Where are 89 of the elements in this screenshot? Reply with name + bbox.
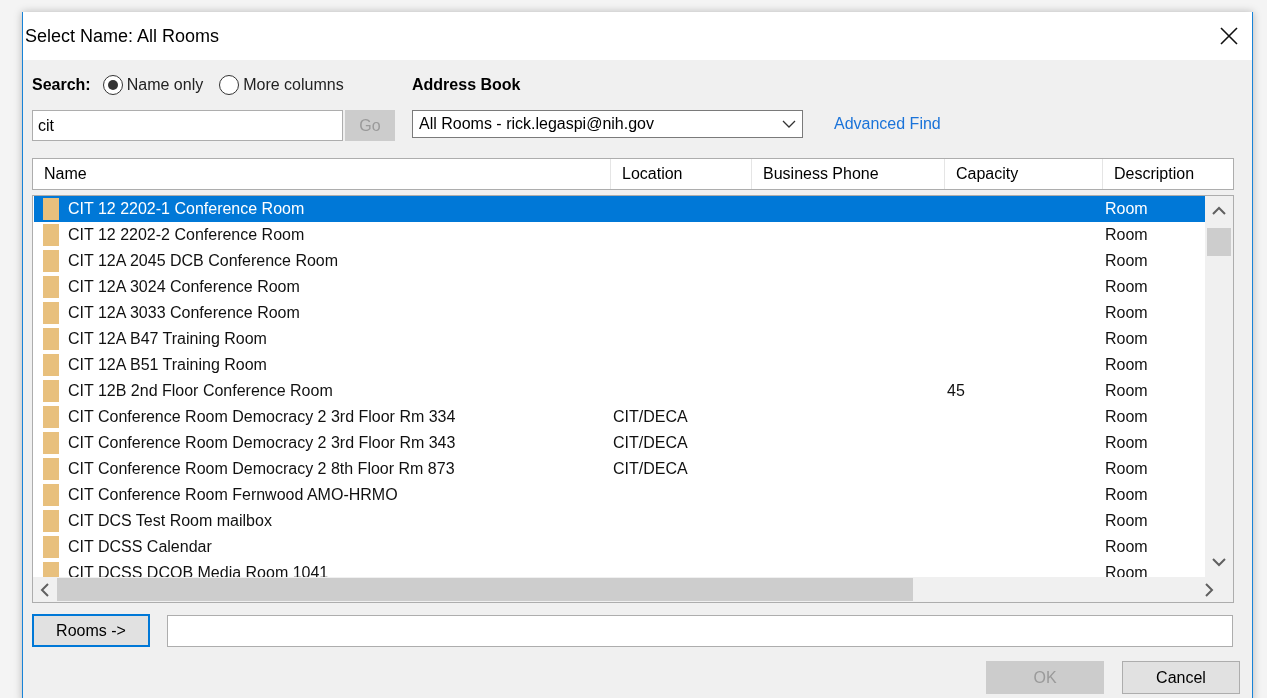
horizontal-scrollbar[interactable]: [33, 577, 1233, 602]
chevron-down-icon[interactable]: [1212, 558, 1226, 567]
room-icon: [42, 484, 59, 506]
scroll-thumb[interactable]: [57, 578, 913, 601]
table-cell: CIT 12 2202-1 Conference Room: [68, 200, 305, 217]
room-icon: [42, 198, 59, 220]
list-row[interactable]: CIT Conference Room Democracy 2 3rd Floor Rm 343 CIT/DECA Room: [34, 430, 1205, 456]
room-icon: [42, 562, 59, 577]
table-cell: CIT 12A 2045 DCB Conference Room: [68, 252, 339, 269]
rooms-button[interactable]: Rooms ->: [32, 614, 150, 647]
table-cell: CIT 12B 2nd Floor Conference Room: [68, 382, 333, 399]
table-cell: CIT Conference Room Fernwood AMO-HRMO: [68, 486, 398, 503]
search-field[interactable]: cit: [32, 110, 343, 141]
room-icon: [42, 276, 59, 298]
radio-button[interactable]: [219, 75, 240, 95]
table-cell: CIT Conference Room Democracy 2 3rd Floor Rm 343: [68, 434, 456, 451]
list-row[interactable]: CIT 12A 2045 DCB Conference Room Room: [34, 248, 1205, 274]
window-title: Select Name: All Rooms: [25, 24, 220, 48]
rooms-field[interactable]: [167, 614, 1233, 647]
address-book-dropdown[interactable]: All Rooms - rick.legaspi@nih.gov: [412, 110, 803, 138]
list-row[interactable]: CIT Conference Room Democracy 2 3rd Floor Rm 334 CIT/DECA Room: [34, 404, 1205, 430]
list-row[interactable]: CIT 12B 2nd Floor Conference Room 45 Room: [34, 378, 1205, 404]
list-row[interactable]: CIT 12A 3024 Conference Room Room: [34, 274, 1205, 300]
list-row[interactable]: CIT Conference Room Democracy 2 8th Floor Rm 873 CIT/DECA Room: [34, 456, 1205, 482]
room-icon: [42, 536, 59, 558]
advanced-find-link[interactable]: Advanced Find: [834, 112, 941, 136]
chevron-down-icon: [782, 120, 796, 128]
room-icon: [42, 354, 59, 376]
room-icon: [42, 302, 59, 324]
radio-label[interactable]: More columns: [243, 73, 344, 97]
scroll-thumb[interactable]: [1207, 228, 1231, 256]
table-cell: Room: [1105, 278, 1148, 295]
room-icon: [42, 406, 59, 428]
table-cell: Room: [1105, 226, 1148, 243]
list-row[interactable]: CIT Conference Room Fernwood AMO-HRMO Room: [34, 482, 1205, 508]
table-cell: CIT/DECA: [613, 408, 688, 425]
column-header[interactable]: Capacity: [945, 159, 1103, 189]
table-cell: CIT/DECA: [613, 460, 688, 477]
vertical-scrollbar[interactable]: [1205, 196, 1233, 577]
address-book-label: Address Book: [412, 75, 522, 95]
chevron-right-icon[interactable]: [1205, 582, 1214, 597]
radio-button[interactable]: [102, 75, 123, 95]
table-cell: CIT Conference Room Democracy 2 8th Floor Rm 873: [68, 460, 455, 477]
chevron-left-icon[interactable]: [40, 582, 49, 597]
table-cell: CIT 12A 3033 Conference Room: [68, 304, 300, 321]
room-icon: [42, 328, 59, 350]
table-cell: 45: [947, 382, 965, 399]
room-icon: [42, 250, 59, 272]
table-cell: Room: [1105, 486, 1148, 503]
table-cell: CIT 12A B47 Training Room: [68, 330, 267, 347]
search-label: Search:: [32, 75, 91, 95]
table-cell: Room: [1105, 330, 1148, 347]
table-cell: Room: [1105, 460, 1148, 477]
table-cell: CIT Conference Room Democracy 2 3rd Floor Rm 334: [68, 408, 456, 425]
room-icon: [42, 510, 59, 532]
list-row[interactable]: CIT 12 2202-1 Conference Room Room: [34, 196, 1205, 222]
column-header[interactable]: Location: [611, 159, 752, 189]
list-row[interactable]: CIT 12A B51 Training Room Room: [34, 352, 1205, 378]
list-row[interactable]: CIT 12A B47 Training Room Room: [34, 326, 1205, 352]
list-row[interactable]: CIT 12 2202-2 Conference Room Room: [34, 222, 1205, 248]
table-cell: Room: [1105, 434, 1148, 451]
table-cell: Room: [1105, 408, 1148, 425]
table-cell: Room: [1105, 538, 1148, 555]
table-cell: Room: [1105, 512, 1148, 529]
column-header[interactable]: Name: [33, 159, 611, 189]
dialog-button[interactable]: Cancel: [1122, 661, 1240, 694]
table-cell: Room: [1105, 382, 1148, 399]
table-cell: Room: [1105, 252, 1148, 269]
room-icon: [42, 380, 59, 402]
list-row[interactable]: CIT DCS Test Room mailbox Room: [34, 508, 1205, 534]
table-cell: CIT 12 2202-2 Conference Room: [68, 226, 305, 243]
radio-label[interactable]: Name only: [126, 73, 204, 97]
table-cell: Room: [1105, 200, 1148, 217]
room-icon: [42, 432, 59, 454]
list-row[interactable]: CIT 12A 3033 Conference Room Room: [34, 300, 1205, 326]
list-row[interactable]: CIT DCSS Calendar Room: [34, 534, 1205, 560]
column-header[interactable]: Description: [1103, 159, 1231, 189]
close-icon[interactable]: [1220, 27, 1238, 45]
table-cell: CIT/DECA: [613, 434, 688, 451]
table-cell: Room: [1105, 356, 1148, 373]
table-cell: CIT DCSS Calendar: [68, 538, 212, 555]
table-cell: Room: [1105, 304, 1148, 321]
room-icon: [42, 224, 59, 246]
table-cell: CIT DCS Test Room mailbox: [68, 512, 272, 529]
column-header[interactable]: Business Phone: [752, 159, 945, 189]
chevron-up-icon[interactable]: [1212, 206, 1226, 215]
room-icon: [42, 458, 59, 480]
table-cell: CIT 12A B51 Training Room: [68, 356, 267, 373]
table-cell: CIT 12A 3024 Conference Room: [68, 278, 300, 295]
